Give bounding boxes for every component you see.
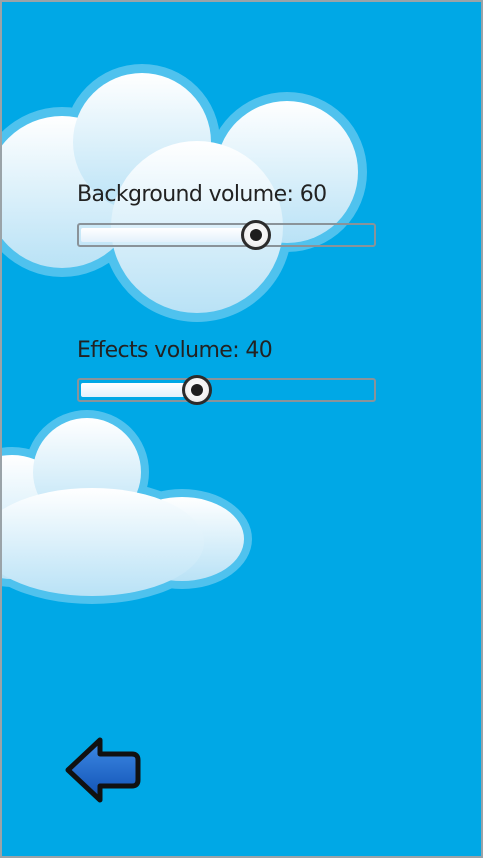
effects-volume-slider[interactable] xyxy=(77,375,376,405)
effects-volume-thumb[interactable] xyxy=(182,375,213,405)
sky-background xyxy=(2,2,481,856)
effects-volume-label: Effects volume: 40 xyxy=(77,338,273,363)
back-button[interactable] xyxy=(62,734,142,806)
background-volume-slider[interactable] xyxy=(77,220,376,250)
effects-volume-fill xyxy=(81,383,198,397)
settings-screen: Background volume: 60 Effects volume: 40 xyxy=(0,0,483,858)
left-arrow-icon xyxy=(65,737,141,803)
background-volume-label: Background volume: 60 xyxy=(77,182,327,207)
background-volume-fill xyxy=(81,228,256,242)
background-volume-thumb[interactable] xyxy=(240,220,271,250)
